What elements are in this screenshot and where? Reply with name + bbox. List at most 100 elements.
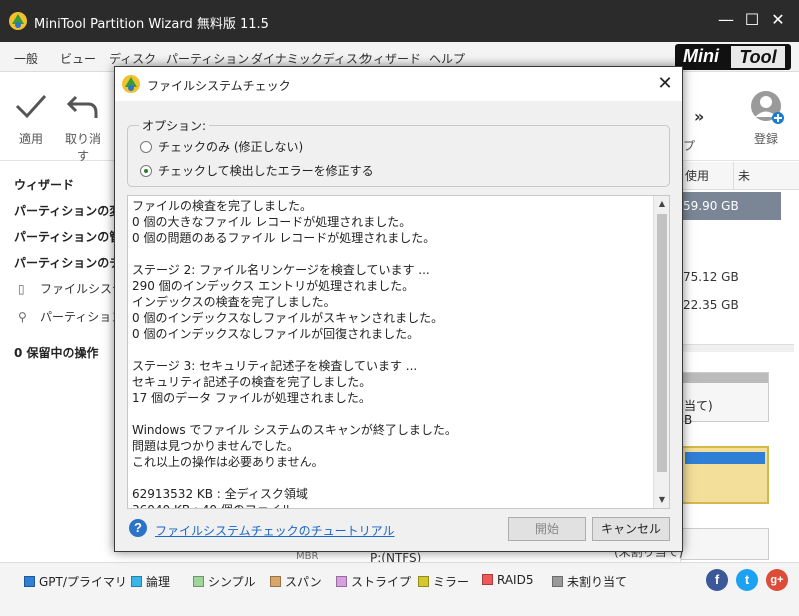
legend-raid5: RAID5 [482, 573, 533, 587]
legend-bar: GPT/プライマリ 論理 シンプル スパン ストライプ ミラー RAID5 未割… [0, 562, 799, 616]
scroll-thumb[interactable] [657, 214, 667, 472]
right-panel: 使用 未 59.90 GB 75.12 GB 22.35 GB 当て) B (未… [614, 162, 799, 562]
dialog-title-bar: ファイルシステムチェック ✕ [115, 67, 682, 101]
legend-swatch [336, 576, 347, 587]
horizontal-scrollbar[interactable] [681, 344, 794, 352]
menu-wizard[interactable]: ウィザード [361, 50, 421, 67]
scroll-down-arrow-icon[interactable]: ▼ [654, 492, 669, 508]
apply-label: 適用 [18, 132, 43, 146]
menu-general[interactable]: 一般 [14, 50, 38, 67]
legend-gpt: GPT/プライマリ [24, 573, 127, 590]
partition-row[interactable]: 75.12 GB [681, 270, 781, 284]
title-bar: MiniTool Partition Wizard 無料版 11.5 — ☐ ✕ [0, 0, 799, 42]
tutorial-link[interactable]: ファイルシステムチェックのチュートリアル [155, 522, 395, 539]
document-icon: ▯ [18, 282, 25, 296]
toolbar-partial-label: プ [683, 139, 696, 153]
legend-swatch [193, 576, 204, 587]
radio-check-and-fix[interactable]: チェックして検出したエラーを修正する [140, 162, 374, 179]
log-vertical-scrollbar[interactable]: ▲ ▼ [653, 196, 669, 508]
radio-check-and-fix-label: チェックして検出したエラーを修正する [158, 164, 374, 178]
file-system-check-dialog: ファイルシステムチェック ✕ チェックのみ (修正しない) チェックして検出した… [114, 66, 683, 552]
apply-button[interactable]: 適用 [8, 91, 54, 147]
disk-type-bg: MBR [296, 551, 319, 562]
logo-text-tool: Tool [731, 46, 785, 68]
help-icon[interactable]: ? [129, 519, 147, 537]
column-used-header[interactable]: 使用 [681, 162, 733, 190]
legend-simple: シンプル [193, 573, 256, 590]
magnifier-icon: ⚲ [18, 310, 27, 324]
undo-button[interactable]: 取り消す [60, 91, 106, 164]
legend-label: 未割り当て [567, 575, 628, 589]
disk-block-unallocated[interactable]: 当て) B [681, 372, 769, 427]
radio-unchecked-icon [140, 141, 152, 153]
app-logo-icon [9, 12, 27, 30]
partition-manage-heading[interactable]: パーティションの管 [14, 228, 121, 245]
radio-checked-icon [140, 165, 152, 177]
legend-swatch [131, 576, 142, 587]
options-group: チェックのみ (修正しない) チェックして検出したエラーを修正する [127, 125, 670, 187]
partition-check-heading[interactable]: パーティションのチ [14, 254, 121, 271]
check-log-text: ファイルの検査を完了しました。 0 個の大きなファイル レコードが処理されました… [132, 199, 457, 508]
facebook-icon[interactable]: f [706, 569, 728, 591]
disk-block-text: 当て) [684, 399, 713, 413]
disk-block-selected[interactable] [681, 446, 769, 504]
options-legend: オプション: [139, 117, 210, 134]
cancel-button[interactable]: キャンセル [592, 517, 670, 541]
menu-dynamic-disk[interactable]: ダイナミックディスク [251, 50, 370, 67]
maximize-button[interactable]: ☐ [742, 10, 762, 30]
partition-row[interactable]: 22.35 GB [681, 298, 781, 312]
toolbar-more-button[interactable]: » [694, 107, 704, 126]
legend-unallocated: 未割り当て [552, 573, 627, 590]
scroll-up-arrow-icon[interactable]: ▲ [654, 196, 669, 212]
column-unused-header[interactable]: 未 [733, 162, 799, 190]
minitool-logo: Mini Tool [675, 44, 791, 70]
legend-swatch [24, 576, 35, 587]
left-panel: ウィザード パーティションの変 パーティションの管 パーティションのチ ▯ ファイ… [0, 162, 135, 562]
legend-label: ミラー [433, 575, 470, 589]
dialog-close-button[interactable]: ✕ [654, 73, 676, 95]
fs-check-label: ファイルシステ [40, 282, 125, 296]
fs-check-item[interactable]: ▯ ファイルシステ [18, 280, 124, 297]
legend-label: GPT/プライマリ [39, 575, 127, 589]
user-icon [751, 91, 784, 124]
disk-block-unallocated-bottom[interactable]: (未割り当て) [614, 528, 769, 560]
legend-logical: 論理 [131, 573, 170, 590]
radio-check-only[interactable]: チェックのみ (修正しない) [140, 138, 303, 155]
wizard-heading[interactable]: ウィザード [14, 176, 74, 193]
menu-view[interactable]: ビュー [60, 50, 96, 67]
logo-text-mini: Mini [683, 46, 719, 66]
menu-help[interactable]: ヘルプ [429, 50, 465, 67]
undo-arrow-icon [66, 95, 98, 118]
legend-swatch [552, 576, 563, 587]
window-title: MiniTool Partition Wizard 無料版 11.5 [34, 17, 269, 32]
menu-partition[interactable]: パーティション [166, 50, 249, 67]
partition-change-heading[interactable]: パーティションの変 [14, 202, 121, 219]
radio-check-only-label: チェックのみ (修正しない) [158, 140, 304, 154]
legend-spanned: スパン [270, 573, 322, 590]
undo-label: 取り消す [64, 132, 101, 163]
legend-striped: ストライプ [336, 573, 411, 590]
minimize-button[interactable]: — [716, 10, 736, 30]
legend-swatch [418, 576, 429, 587]
twitter-icon[interactable]: t [736, 569, 758, 591]
partition-row-selected[interactable]: 59.90 GB [681, 192, 781, 220]
legend-swatch [482, 574, 493, 585]
start-button[interactable]: 開始 [508, 517, 586, 541]
google-plus-icon[interactable]: g+ [766, 569, 788, 591]
check-log-area[interactable]: ファイルの検査を完了しました。 0 個の大きなファイル レコードが処理されました… [127, 195, 670, 509]
legend-label: RAID5 [497, 573, 534, 587]
disk-block-text: B [684, 413, 693, 427]
legend-label: スパン [285, 575, 322, 589]
dialog-title: ファイルシステムチェック [147, 79, 291, 93]
legend-label: ストライプ [351, 575, 412, 589]
checkmark-icon [15, 94, 47, 119]
pending-operations: 0 保留中の操作 [14, 346, 99, 360]
legend-label: 論理 [146, 575, 171, 589]
register-button[interactable]: 登録 [744, 91, 788, 147]
legend-swatch [270, 576, 281, 587]
legend-label: シンプル [208, 575, 256, 589]
menu-disk[interactable]: ディスク [109, 50, 156, 67]
register-label: 登録 [753, 132, 778, 146]
close-button[interactable]: ✕ [768, 10, 788, 30]
dialog-logo-icon [122, 75, 140, 93]
